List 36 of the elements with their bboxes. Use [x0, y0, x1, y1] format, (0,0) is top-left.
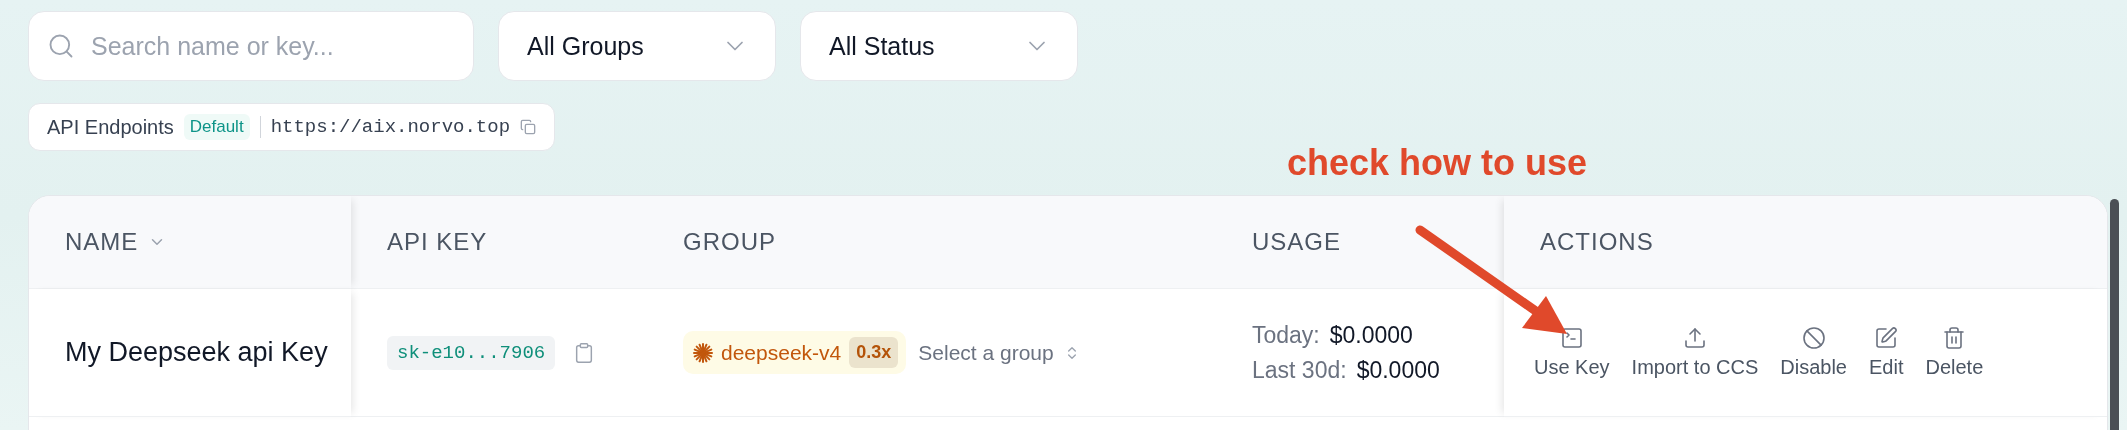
endpoint-label: API Endpoints: [47, 115, 174, 139]
column-header: API KEY: [351, 196, 647, 289]
search-input[interactable]: Search name or key...: [89, 30, 455, 62]
key-name: My Deepseek api Key: [65, 337, 328, 368]
edit-icon: [1874, 326, 1899, 350]
api-key-chip: sk-e10...7906: [387, 335, 556, 370]
terminal-icon: [1559, 326, 1584, 350]
search-field[interactable]: Search name or key...: [28, 11, 474, 81]
filter-dropdown[interactable]: All Status: [800, 11, 1078, 81]
group-name: deepseek-v4: [721, 340, 842, 365]
usage-value: $0.0000: [1329, 321, 1413, 349]
search-icon: [47, 32, 75, 60]
action-button[interactable]: Edit: [1869, 326, 1904, 379]
action-button[interactable]: Delete: [1925, 326, 1984, 379]
upload-icon: [1682, 326, 1707, 350]
column-header: USAGE: [1216, 196, 1504, 289]
rate-badge: 0.3x: [849, 337, 899, 368]
usage-label: Last 30d:: [1252, 356, 1347, 384]
ban-icon: [1801, 326, 1826, 350]
column-header: GROUP: [647, 196, 1216, 289]
filter-dropdown[interactable]: All Groups: [498, 11, 776, 81]
action-button[interactable]: Use Key: [1534, 326, 1610, 379]
usage-value: $0.0000: [1356, 356, 1440, 384]
usage-label: Today:: [1252, 321, 1320, 349]
column-header: ACTIONS: [1504, 196, 2107, 289]
action-button[interactable]: Import to CCS: [1631, 326, 1759, 379]
starburst-icon: [693, 342, 713, 363]
action-button[interactable]: Disable: [1780, 326, 1847, 379]
group-select[interactable]: Select a group: [918, 340, 1080, 365]
trash-icon: [1942, 326, 1967, 350]
copy-icon[interactable]: [520, 119, 537, 135]
scrollbar[interactable]: [2110, 199, 2119, 430]
default-badge: Default: [183, 114, 250, 140]
annotation-text: check how to use: [1287, 142, 1588, 184]
column-header[interactable]: NAME: [29, 196, 351, 289]
endpoint-url: https://aix.norvo.top: [270, 116, 511, 138]
